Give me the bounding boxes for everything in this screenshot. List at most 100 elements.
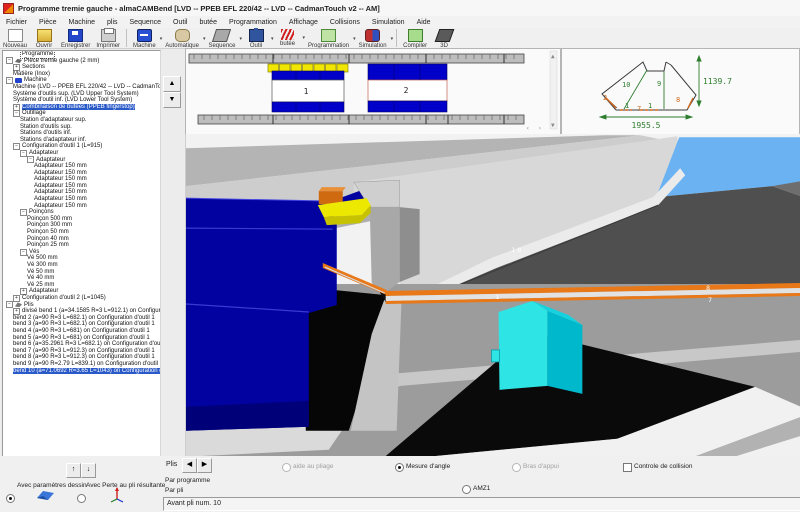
tree-item[interactable]: bend 10 (a=71.0692 R=3.65 L=1043) on Con… <box>3 368 160 375</box>
tree-item[interactable]: +Sections <box>3 64 160 71</box>
collapse-icon[interactable]: − <box>20 249 27 256</box>
tree-item-label[interactable]: Pièce tremie gauche (2 mm) <box>24 58 99 65</box>
tool-config-1[interactable]: 1 <box>268 64 348 112</box>
menu-outil[interactable]: Outil <box>167 19 193 26</box>
tree-item-label[interactable]: bend 7 (a=90 R=3 L=912.3) on Configurati… <box>13 348 155 355</box>
mesure-angle-radio[interactable] <box>395 463 404 472</box>
with-loss-radio[interactable] <box>77 494 86 503</box>
collapse-icon[interactable]: − <box>27 156 34 163</box>
tree-item-label[interactable]: Configuration d'outil 1 (L=915) <box>22 143 102 150</box>
tree-item-label[interactable]: Poinçon 50 mm <box>27 229 69 236</box>
bras-appui-radio[interactable] <box>512 463 521 472</box>
tree-move-down-button[interactable]: ▼ <box>163 92 181 108</box>
tree-item[interactable]: Machine (LVD -- PPEB EFL 220/42 -- LVD -… <box>3 84 160 91</box>
tree-item-label[interactable]: bend 9 (a=90 R=2.79 L=839.1) on Configur… <box>13 361 161 368</box>
tree-item-label[interactable]: bend 8 (a=90 R=3 L=912.3) on Configurati… <box>13 354 155 361</box>
tree-item-label[interactable]: Adaptateur 150 mm <box>34 170 87 177</box>
tree-item[interactable]: bend 3 (a=90 R=3 L=682.1) on Configurati… <box>3 321 160 328</box>
tree-item[interactable]: Système d'outils sup. (LVD Upper Tool Sy… <box>3 91 160 98</box>
toolbar-imprimer-button[interactable]: Imprimer <box>93 28 123 49</box>
menu-programmation[interactable]: Programmation <box>223 19 283 26</box>
tree-item[interactable]: − Machine <box>3 77 160 84</box>
menu-fichier[interactable]: Fichier <box>0 19 33 26</box>
tree-item-label[interactable]: Machine (LVD -- PPEB EFL 220/42 -- LVD -… <box>13 84 161 91</box>
tree-item-label[interactable]: Matière (Inox) <box>13 71 50 78</box>
tree-item-label[interactable]: bend 10 (a=71.0692 R=3.65 L=1043) on Con… <box>13 368 161 375</box>
order-down-button[interactable]: ↓ <box>81 463 96 478</box>
menu-butée[interactable]: butée <box>193 19 223 26</box>
tree-item[interactable]: Station d'outils sup. <box>3 124 160 131</box>
expand-icon[interactable]: + <box>13 295 20 302</box>
menu-collisions[interactable]: Collisions <box>324 19 366 26</box>
tree-item-label[interactable]: Adaptateur <box>36 157 65 164</box>
tree-item[interactable]: bend 9 (a=90 R=2.79 L=839.1) on Configur… <box>3 361 160 368</box>
tree-item-label[interactable]: bend 3 (a=90 R=3 L=682.1) on Configurati… <box>13 321 155 328</box>
bed-view-scrollbars[interactable]: ▲▼ ›‹ <box>526 51 557 132</box>
toolbar-simulation-button[interactable]: Simulation <box>356 28 390 49</box>
tree-item[interactable]: bend 2 (a=90 R=3 L=682.1) on Configurati… <box>3 315 160 322</box>
menu-machine[interactable]: Machine <box>63 19 101 26</box>
tree-item-label[interactable]: Vé 40 mm <box>27 275 54 282</box>
tree-item[interactable]: Adaptateur 150 mm <box>3 189 160 196</box>
tree-item[interactable]: Vé 50 mm <box>3 269 160 276</box>
tree-item[interactable]: bend 4 (a=90 R=3 L=681) on Configuration… <box>3 328 160 335</box>
menu-simulation[interactable]: Simulation <box>366 19 411 26</box>
tree-item-label[interactable]: Adaptateur 150 mm <box>34 183 87 190</box>
tree-item-label[interactable]: Système d'outil inf. (LVD Lower Tool Sys… <box>13 97 132 104</box>
collapse-icon[interactable]: − <box>13 110 20 117</box>
tree-item-label[interactable]: Combinaison de butées (PPEB fingerstop) <box>22 104 135 111</box>
tree-item[interactable]: +divisé bend 1 (a=34.1585 R=3 L=912.1) o… <box>3 308 160 315</box>
tool-config-2[interactable]: 2 <box>368 64 447 112</box>
tree-item[interactable]: bend 8 (a=90 R=3 L=912.3) on Configurati… <box>3 354 160 361</box>
tree-item[interactable]: Poinçon 40 mm <box>3 236 160 243</box>
tree-item[interactable]: Adaptateur 150 mm <box>3 163 160 170</box>
menu-pièce[interactable]: Pièce <box>33 19 63 26</box>
menu-sequence[interactable]: Sequence <box>124 19 168 26</box>
tree-item[interactable]: − Pièce tremie gauche (2 mm) <box>3 58 160 65</box>
collapse-icon[interactable]: − <box>20 150 27 157</box>
toolbar-compiler-button[interactable]: Compiler <box>400 28 430 49</box>
tree-item[interactable]: Adaptateur 150 mm <box>3 170 160 177</box>
tree-item[interactable]: +Combinaison de butées (PPEB fingerstop) <box>3 104 160 111</box>
collapse-icon[interactable]: − <box>6 77 13 84</box>
tree-item[interactable]: Station d'adaptateur sup. <box>3 117 160 124</box>
collapse-icon[interactable]: − <box>13 143 20 150</box>
tree-item[interactable]: Système d'outil inf. (LVD Lower Tool Sys… <box>3 97 160 104</box>
toolbar-3d-button[interactable]: 3D <box>430 28 458 49</box>
tree-item-label[interactable]: Configuration d'outil 2 (L=1045) <box>22 295 106 302</box>
controle-collision-checkbox[interactable] <box>623 463 632 472</box>
tree-item[interactable]: −Poinçons <box>3 209 160 216</box>
toolbar-programmation-button[interactable]: Programmation <box>305 28 352 49</box>
tree-item-label[interactable]: Vé 25 mm <box>27 282 54 289</box>
tree-item[interactable]: Adaptateur 150 mm <box>3 196 160 203</box>
tree-item-label[interactable]: Station d'adaptateur sup. <box>20 117 87 124</box>
tree-item[interactable]: Poinçon 300 mm <box>3 222 160 229</box>
tree-item[interactable]: Vé 40 mm <box>3 275 160 282</box>
tree-item-label[interactable]: Machine <box>24 77 47 84</box>
tree-item-label[interactable]: bend 6 (a=35.2961 R=3 L=682.1) on Config… <box>13 341 161 348</box>
amz1-radio[interactable] <box>462 485 471 494</box>
tree-item-label[interactable]: bend 2 (a=90 R=3 L=682.1) on Configurati… <box>13 315 155 322</box>
tree-item[interactable]: Vé 300 mm <box>3 262 160 269</box>
tree-item-label[interactable]: Poinçons <box>29 209 54 216</box>
tree-item-label[interactable]: Poinçon 300 mm <box>27 222 72 229</box>
order-up-button[interactable]: ↑ <box>66 463 81 478</box>
tree-item[interactable]: +Adaptateur <box>3 288 160 295</box>
tree-item[interactable]: bend 5 (a=90 R=3 L=681) on Configuration… <box>3 335 160 342</box>
tree-item[interactable]: bend 7 (a=90 R=3 L=912.3) on Configurati… <box>3 348 160 355</box>
tree-item[interactable]: Matière (Inox) <box>3 71 160 78</box>
tree-item-label[interactable]: Vés <box>29 249 39 256</box>
tree-item[interactable]: Poinçon 50 mm <box>3 229 160 236</box>
tree-item-label[interactable]: Outillage <box>22 110 46 117</box>
bed-layout-view[interactable]: 1 2 ▲▼ ›‹ <box>185 48 561 136</box>
tree-item[interactable]: Stations d'adaptateur inf. <box>3 137 160 144</box>
tree-item-label[interactable]: Adaptateur 150 mm <box>34 176 87 183</box>
collapse-icon[interactable]: − <box>6 57 13 64</box>
tree-item-label[interactable]: Station d'outils sup. <box>20 124 72 131</box>
collapse-icon[interactable]: − <box>6 301 13 308</box>
tree-item[interactable]: −Outillage <box>3 110 160 117</box>
tree-item-label[interactable]: Adaptateur 150 mm <box>34 189 87 196</box>
tree-item[interactable]: Programme <box>3 51 160 58</box>
tree-item-label[interactable]: bend 4 (a=90 R=3 L=681) on Configuration… <box>13 328 150 335</box>
tree-item-label[interactable]: Adaptateur 150 mm <box>34 196 87 203</box>
